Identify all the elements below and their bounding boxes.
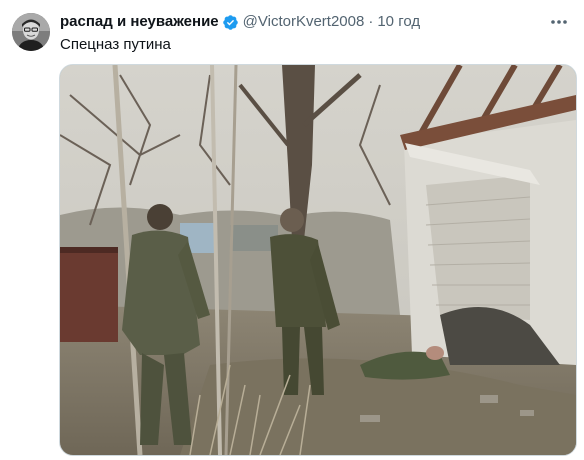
tweet-text: Спецназ путина	[60, 36, 171, 53]
tweet-header: распад и неуважение @VictorKvert2008 · 1…	[60, 12, 420, 32]
author-display-name[interactable]: распад и неуважение	[60, 12, 219, 32]
author-handle[interactable]: @VictorKvert2008	[243, 12, 365, 32]
user-avatar-icon	[12, 13, 50, 51]
verified-badge-icon	[222, 14, 238, 30]
more-options-icon[interactable]	[548, 12, 570, 32]
author-avatar[interactable]	[12, 13, 50, 51]
tweet-media-photo[interactable]	[59, 64, 577, 456]
header-separator: ·	[368, 13, 374, 30]
tweet-timestamp[interactable]: 10 год	[377, 12, 420, 32]
tweet: распад и неуважение @VictorKvert2008 · 1…	[0, 0, 584, 460]
photo-scene	[60, 65, 576, 455]
